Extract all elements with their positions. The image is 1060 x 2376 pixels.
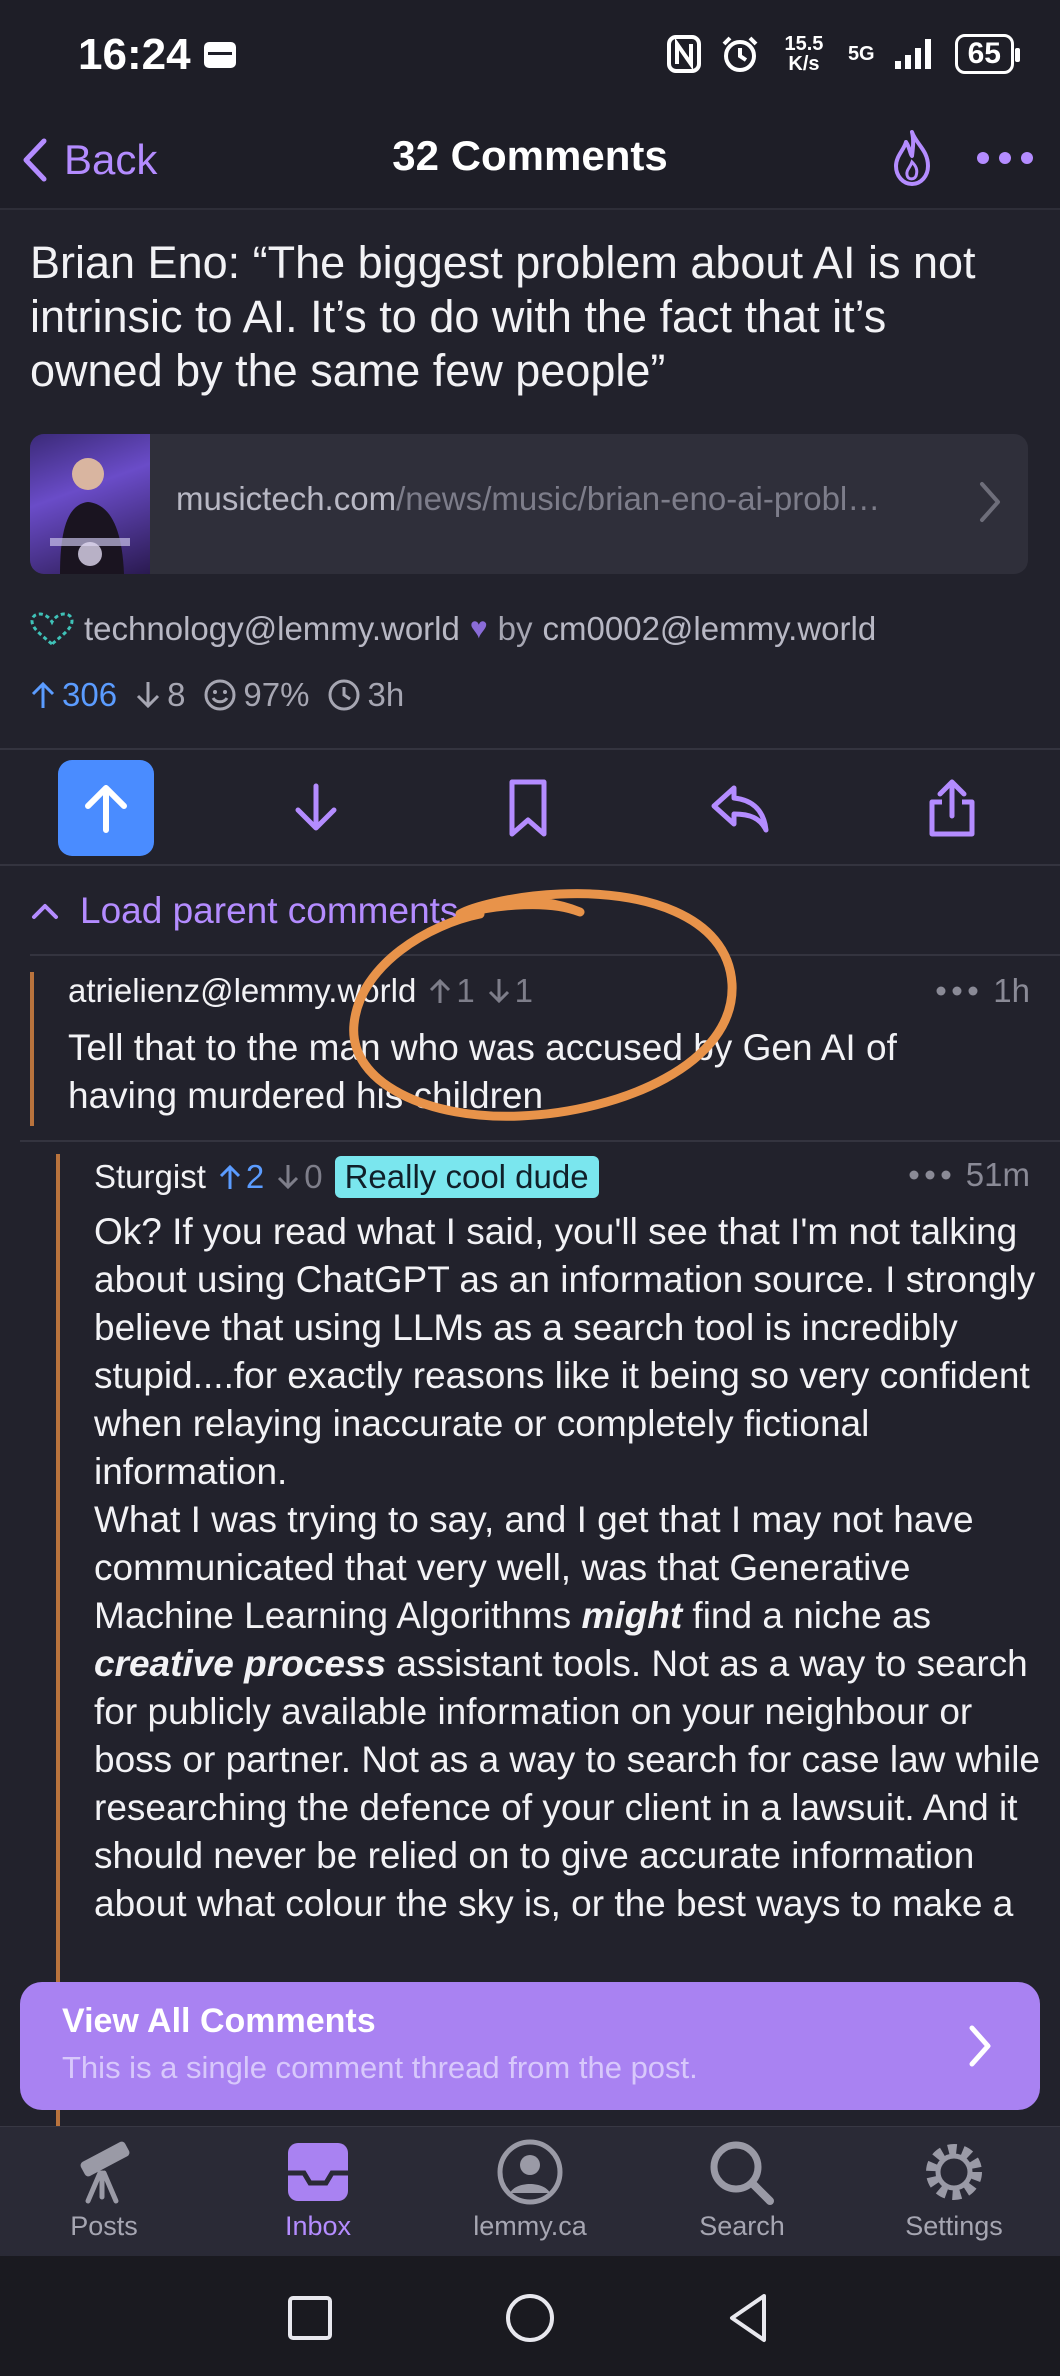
account-icon [497, 2139, 563, 2205]
chevron-right-icon [969, 2025, 991, 2067]
view-all-title: View All Comments [62, 2002, 376, 2040]
comment-paragraph: What I was trying to say, and I get that… [94, 1499, 1040, 1924]
chevron-up-icon [32, 904, 58, 919]
upvote-count: 306 [30, 676, 117, 714]
nfc-icon [666, 35, 701, 73]
user-flair: Really cool dude [334, 1156, 599, 1198]
upvote-ratio: 97% [203, 676, 309, 714]
chevron-left-icon [23, 138, 47, 182]
community-row: technology@lemmy.world ♥ by cm0002@lemmy… [30, 610, 876, 648]
status-time: 16:24 [78, 30, 191, 79]
arrow-up-icon [85, 785, 127, 833]
share-button[interactable] [904, 760, 1000, 856]
search-icon [710, 2141, 774, 2205]
community-icon[interactable] [30, 612, 74, 646]
link-url: musictech.com/news/music/brian-eno-ai-pr… [176, 480, 976, 518]
post-age: 3h [327, 676, 404, 714]
reply-button[interactable] [692, 760, 788, 856]
arrow-down-icon [488, 979, 509, 1004]
arrow-down-icon [137, 682, 160, 709]
comment[interactable]: atrielienz@lemmy.world 1 1 1h Tell that … [30, 954, 1060, 1140]
alarm-icon [722, 36, 758, 72]
upvote-button[interactable] [58, 760, 154, 856]
save-button[interactable] [480, 760, 576, 856]
heart-icon: ♥ [469, 612, 488, 645]
tab-inbox[interactable]: Inbox [228, 2137, 408, 2255]
comment-meta: 1h [935, 972, 1030, 1010]
chevron-right-icon [980, 482, 1000, 522]
link-domain: musictech.com [176, 480, 397, 517]
bookmark-icon [509, 779, 547, 837]
link-thumbnail [30, 434, 150, 574]
comment-header: atrielienz@lemmy.world 1 1 [68, 972, 533, 1010]
view-all-subtitle: This is a single comment thread from the… [62, 2050, 698, 2085]
nav-header: Back 32 Comments [0, 110, 1060, 210]
load-parent-label: Load parent comments [80, 890, 459, 931]
back-nav-icon[interactable] [718, 2286, 782, 2350]
status-icons: 15.5 K/s 5G 65 [666, 33, 1021, 75]
comment-header: Sturgist 2 0 Really cool dude [94, 1156, 599, 1198]
downvote-button[interactable] [268, 760, 364, 856]
more-options-icon[interactable] [972, 126, 1038, 190]
post-stats: 306 8 97% 3h [30, 676, 404, 714]
view-all-comments-button[interactable]: View All Comments This is a single comme… [20, 1982, 1040, 2110]
back-button[interactable]: Back [18, 128, 157, 192]
link-path: /news/music/brian-eno-ai-probl… [396, 480, 881, 517]
battery-indicator: 65 [954, 34, 1021, 74]
telescope-icon [80, 2141, 130, 2204]
network-speed: 15.5 K/s [784, 33, 824, 75]
comment-upvotes: 1 [428, 972, 475, 1010]
tab-search[interactable]: Search [652, 2137, 832, 2255]
comment-upvotes: 2 [218, 1158, 264, 1196]
recents-icon[interactable] [278, 2286, 342, 2350]
link-preview-card[interactable]: musictech.com/news/music/brian-eno-ai-pr… [30, 434, 1028, 574]
network-type: 5G [847, 42, 875, 65]
smiley-icon [204, 679, 236, 711]
tab-settings[interactable]: Settings [864, 2137, 1044, 2255]
comment-meta: 51m [908, 1156, 1030, 1194]
community-name[interactable]: technology@lemmy.world [84, 610, 460, 648]
signal-icon [894, 39, 931, 69]
comment-age: 1h [993, 972, 1030, 1009]
more-options-icon[interactable] [908, 1169, 952, 1181]
share-icon [929, 779, 975, 837]
clock-icon [328, 679, 360, 711]
comment-downvotes: 0 [276, 1158, 323, 1196]
arrow-up-icon [31, 681, 55, 708]
comment-author[interactable]: atrielienz@lemmy.world [68, 972, 416, 1010]
arrow-down-icon [295, 783, 337, 831]
comment-author[interactable]: Sturgist [94, 1158, 206, 1196]
arrow-down-icon [278, 1165, 299, 1190]
comment-paragraph: Ok? If you read what I said, you'll see … [94, 1211, 1036, 1492]
post-action-bar [0, 748, 1060, 866]
tab-posts[interactable]: Posts [14, 2137, 194, 2255]
arrow-up-icon [430, 978, 451, 1003]
thread-indicator [30, 972, 34, 1126]
downvote-count: 8 [135, 676, 185, 714]
comment-body: Ok? If you read what I said, you'll see … [94, 1208, 1046, 1928]
home-icon[interactable] [498, 2286, 562, 2350]
system-navigation-bar [0, 2256, 1060, 2376]
status-bar: 16:24 15.5 K/s 5G 65 [0, 0, 1060, 110]
more-options-icon[interactable] [935, 985, 979, 997]
post-title: Brian Eno: “The biggest problem about AI… [30, 237, 976, 396]
load-parent-comments-button[interactable]: Load parent comments [30, 878, 458, 944]
post-author[interactable]: cm0002@lemmy.world [543, 610, 877, 648]
comment-downvotes: 1 [487, 972, 533, 1010]
tab-account[interactable]: lemmy.ca [440, 2137, 620, 2255]
by-label: by [497, 610, 533, 647]
inbox-icon [288, 2143, 348, 2201]
gear-icon [926, 2144, 982, 2200]
back-label: Back [64, 136, 158, 183]
bottom-tab-bar: Posts Inbox lemmy.ca Search Settings [0, 2126, 1060, 2256]
reply-icon [711, 785, 769, 833]
comment-age: 51m [965, 1156, 1030, 1193]
comment-body: Tell that to the man who was accused by … [68, 1027, 897, 1116]
notification-icon [204, 42, 236, 68]
thumbnail-image [50, 458, 130, 574]
flame-icon[interactable] [882, 126, 942, 190]
arrow-up-icon [219, 1164, 240, 1189]
